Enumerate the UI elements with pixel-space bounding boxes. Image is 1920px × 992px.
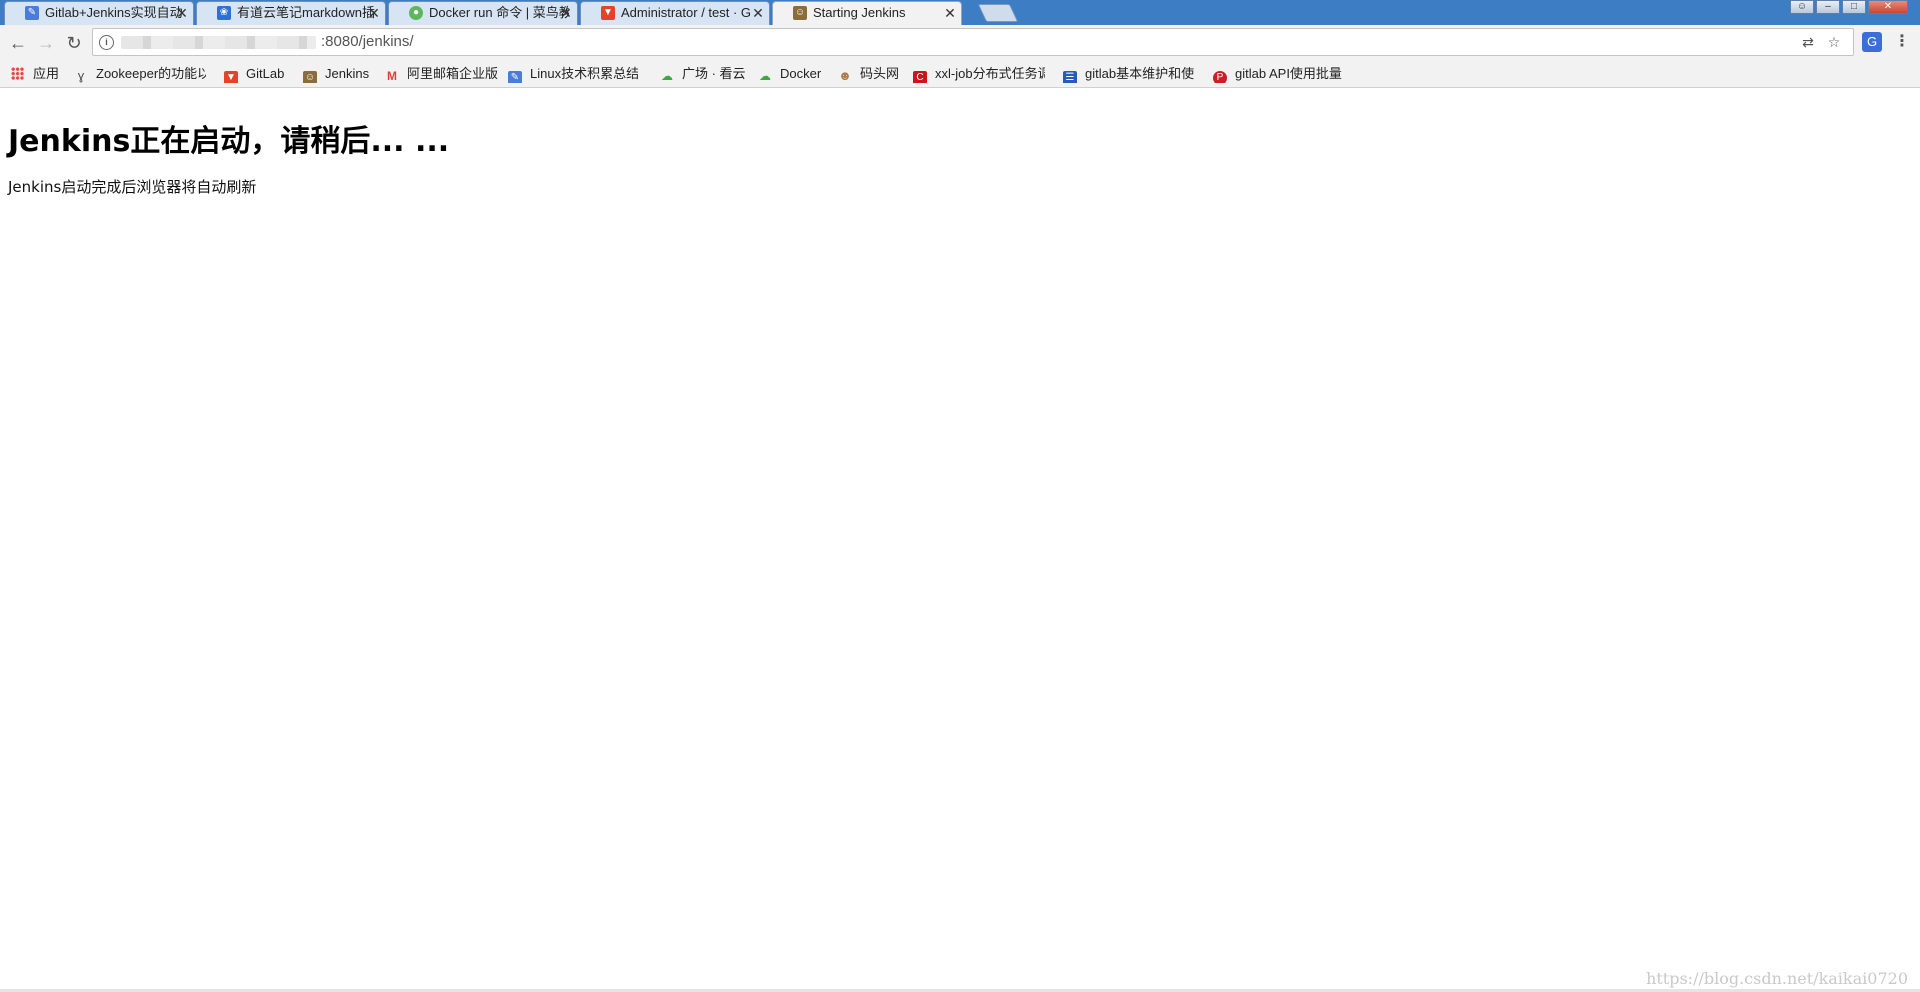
- bookmark-label: 应用: [33, 66, 60, 81]
- pencil-icon: ✎: [508, 71, 522, 83]
- bookmark-aliyun-mail[interactable]: M 阿里邮箱企业版: [385, 65, 498, 83]
- close-icon[interactable]: ✕: [559, 2, 573, 24]
- bookmark-label: Zookeeper的功能以: [96, 66, 206, 81]
- tab-title: Administrator / test · G: [621, 5, 752, 20]
- more-menu-icon[interactable]: ⋮: [1894, 31, 1910, 53]
- close-icon[interactable]: ✕: [175, 2, 189, 24]
- google-translate-extension-icon[interactable]: G: [1862, 32, 1882, 52]
- tab-title: Gitlab+Jenkins实现自动: [45, 5, 183, 20]
- close-icon[interactable]: ✕: [367, 2, 381, 24]
- bookmark-gitlab-maintenance[interactable]: ☰ gitlab基本维护和使: [1063, 65, 1194, 83]
- bookmark-label: gitlab API使用批量: [1235, 66, 1342, 81]
- cloud-icon: ☁: [661, 69, 673, 83]
- bookmark-xxl-job[interactable]: Cxxl-job分布式任务调: [913, 65, 1045, 83]
- mail-icon: M: [387, 69, 397, 83]
- blog-icon: ☰: [1063, 71, 1077, 83]
- bookmark-label: 码头网: [860, 66, 900, 81]
- bookmark-gitlab[interactable]: ▼ GitLab: [224, 65, 284, 83]
- bookmark-label: GitLab: [246, 66, 285, 81]
- jenkins-icon: ☺: [303, 71, 317, 83]
- watermark: https://blog.csdn.net/kaikai0720: [1646, 969, 1908, 988]
- reload-icon[interactable]: ↻: [62, 31, 86, 55]
- browser-toolbar: ← → ↻ i :8080/jenkins/ ⇄ ☆ G ⋮: [0, 25, 1920, 60]
- apps-icon: [11, 67, 24, 80]
- address-url: :8080/jenkins/: [321, 33, 414, 50]
- tab-title: Starting Jenkins: [813, 5, 906, 20]
- bookmark-label: Docker: [780, 66, 822, 81]
- bookmark-kancloud[interactable]: ☁ 广场 · 看云: [660, 65, 746, 83]
- maximize-icon[interactable]: □: [1842, 0, 1866, 14]
- bookmark-label: xxl-job分布式任务调: [935, 66, 1045, 81]
- bookmarks-bar: 应用 ɣ Zookeeper的功能以 ▼ GitLab ☺ Jenkins M 阿里邮箱…: [0, 60, 1920, 88]
- bookmark-label: Jenkins: [325, 66, 370, 81]
- tab-title: 有道云笔记markdown插: [237, 5, 375, 20]
- bookmark-label: 广场 · 看云: [682, 66, 746, 81]
- tab-youdao-note[interactable]: ❀ 有道云笔记markdown插 ✕: [196, 1, 386, 25]
- runoob-icon: ●: [409, 6, 423, 20]
- tab-gitlab-admin[interactable]: ▼ Administrator / test · G ✕: [580, 1, 770, 25]
- page-content: Jenkins正在启动，请稍后... ... Jenkins启动完成后浏览器将自…: [0, 88, 1920, 992]
- new-tab-button[interactable]: [977, 4, 1019, 22]
- face-icon: ☻: [838, 68, 852, 83]
- pencil-icon: ✎: [25, 6, 39, 20]
- close-icon[interactable]: ✕: [751, 2, 765, 24]
- paw-icon: ❀: [217, 6, 231, 20]
- jenkins-icon: ☺: [793, 6, 807, 20]
- c-icon: C: [913, 71, 927, 83]
- forward-arrow-icon[interactable]: →: [34, 31, 58, 55]
- bookmark-star-icon[interactable]: ☆: [1823, 31, 1845, 53]
- close-icon[interactable]: ✕: [943, 2, 957, 24]
- user-profile-icon[interactable]: ☺: [1790, 0, 1814, 14]
- bookmark-zookeeper[interactable]: ɣ Zookeeper的功能以: [74, 65, 206, 83]
- tab-starting-jenkins[interactable]: ☺ Starting Jenkins ✕: [772, 1, 962, 25]
- bookmark-apps[interactable]: 应用: [11, 65, 59, 83]
- cloud-icon: ☁: [759, 69, 771, 83]
- window-title-bar: ✎ Gitlab+Jenkins实现自动 ✕ ❀ 有道云笔记markdown插 …: [0, 0, 1920, 25]
- redacted-host: [121, 36, 316, 49]
- bookmark-matou[interactable]: ☻ 码头网: [838, 65, 899, 83]
- gitlab-icon: ▼: [601, 6, 615, 20]
- translate-icon[interactable]: ⇄: [1797, 31, 1819, 53]
- info-icon[interactable]: i: [99, 35, 114, 50]
- refresh-message: Jenkins启动完成后浏览器将自动刷新: [8, 178, 257, 196]
- back-arrow-icon[interactable]: ←: [6, 31, 30, 55]
- minimize-icon[interactable]: –: [1816, 0, 1840, 14]
- gitlab-icon: ▼: [224, 71, 238, 83]
- zookeeper-icon: ɣ: [77, 68, 85, 83]
- bookmark-label: Linux技术积累总结: [530, 66, 638, 81]
- bookmark-label: gitlab基本维护和使: [1085, 66, 1195, 81]
- bookmark-jenkins[interactable]: ☺ Jenkins: [303, 65, 369, 83]
- bookmark-label: 阿里邮箱企业版: [407, 66, 499, 81]
- tab-gitlab-jenkins[interactable]: ✎ Gitlab+Jenkins实现自动 ✕: [4, 1, 194, 25]
- bookmark-linux-notes[interactable]: ✎ Linux技术积累总结: [508, 65, 638, 83]
- address-bar[interactable]: i :8080/jenkins/ ⇄ ☆: [92, 28, 1854, 56]
- pinterest-icon: P: [1213, 71, 1227, 83]
- window-close-icon[interactable]: ✕: [1868, 0, 1908, 14]
- tab-docker-run[interactable]: ● Docker run 命令 | 菜鸟教 ✕: [388, 1, 578, 25]
- bookmark-docker[interactable]: ☁ Docker: [758, 65, 821, 83]
- tab-title: Docker run 命令 | 菜鸟教: [429, 5, 569, 20]
- page-heading: Jenkins正在启动，请稍后... ...: [8, 124, 450, 159]
- bookmark-gitlab-api[interactable]: Pgitlab API使用批量: [1213, 65, 1342, 83]
